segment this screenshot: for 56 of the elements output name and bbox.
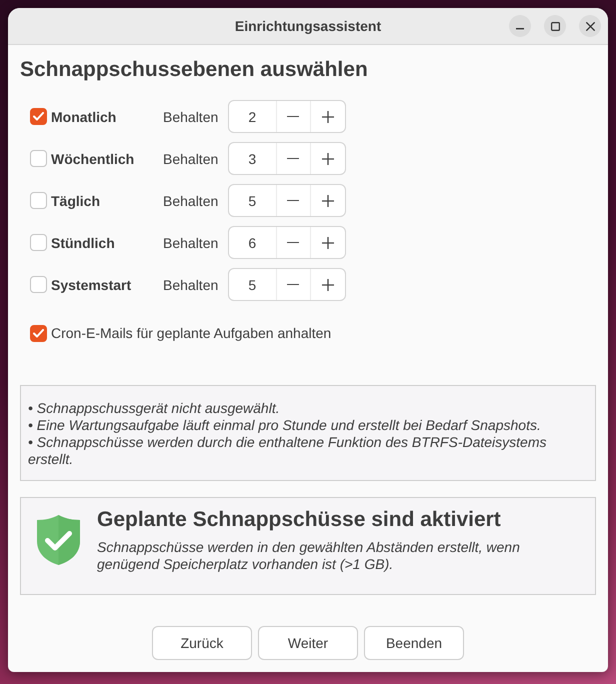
checkmark-icon [33,328,44,338]
checkbox-label: Cron-E-Mails für geplante Aufgaben anhalten [51,325,332,341]
checkbox-label: Stündlich [51,234,116,250]
spinbox[interactable]: 5 [228,184,346,217]
page-heading: Schnappschussebenen auswählen [20,57,368,83]
checkbox[interactable] [30,192,47,209]
checkbox[interactable] [30,108,47,125]
keep-label: Behalten [163,276,220,292]
minus-icon [287,242,300,244]
plus-icon [322,236,334,248]
close-button[interactable] [579,15,601,37]
plus-icon [322,194,334,206]
spinbox[interactable]: 3 [228,142,346,175]
keep-label: Behalten [163,150,220,166]
keep-label: Behalten [163,234,220,250]
minus-icon [287,116,300,118]
dialog-button[interactable]: Zurück [152,626,252,660]
minus-icon [287,158,300,160]
plus-icon [322,110,334,122]
shield-check-icon [36,514,81,566]
status-title: Geplante Schnappschüsse sind aktiviert [97,507,502,533]
note-line: • Schnappschüsse werden durch die enthaltene Funktion des BTRFS-Dateisystems erstellt. [28,434,548,468]
checkmark-icon [33,112,44,121]
minimize-icon [516,28,524,30]
note-line: • Schnappschussgerät nicht ausgewählt. [28,400,281,417]
plus-icon [322,152,334,164]
spinbox[interactable]: 2 [228,100,346,133]
dialog-button[interactable]: Weiter [258,626,358,660]
maximize-icon [550,22,560,30]
note-line: • Eine Wartungsaufgabe läuft einmal pro Stunde und erstellt bei Bedarf Snapshots. [28,417,542,434]
plus-icon [322,278,334,290]
status-message: Schnappschüsse werden in den gewählten Abständen erstellt, wenn genügend Speicherplatz vorhanden ist (>1 GB). [97,539,521,573]
checkbox[interactable] [30,234,47,251]
keep-label: Behalten [163,192,220,208]
checkbox-label: Systemstart [51,276,132,292]
spinbox[interactable]: 5 [228,268,346,301]
checkbox-label: Täglich [51,192,102,208]
minus-icon [287,200,300,202]
window-title: Einrichtungsassistent [234,18,382,34]
minimize-button[interactable] [509,15,531,37]
value-field[interactable]: 2 [229,101,277,132]
spinbox[interactable]: 6 [228,226,346,259]
keep-label: Behalten [163,108,220,124]
checkbox-label: Wöchentlich [51,150,136,166]
checkbox[interactable] [30,150,47,167]
value-field[interactable]: 5 [229,185,277,216]
value-field[interactable]: 6 [229,227,277,258]
checkbox[interactable] [30,324,47,342]
minus-icon [287,284,300,286]
value-field[interactable]: 3 [229,143,277,174]
value-field[interactable]: 5 [229,269,277,300]
close-icon [586,22,594,30]
dialog-button[interactable]: Beenden [364,626,464,660]
checkbox[interactable] [30,276,47,293]
maximize-button[interactable] [544,15,566,37]
checkbox-label: Monatlich [51,108,118,124]
